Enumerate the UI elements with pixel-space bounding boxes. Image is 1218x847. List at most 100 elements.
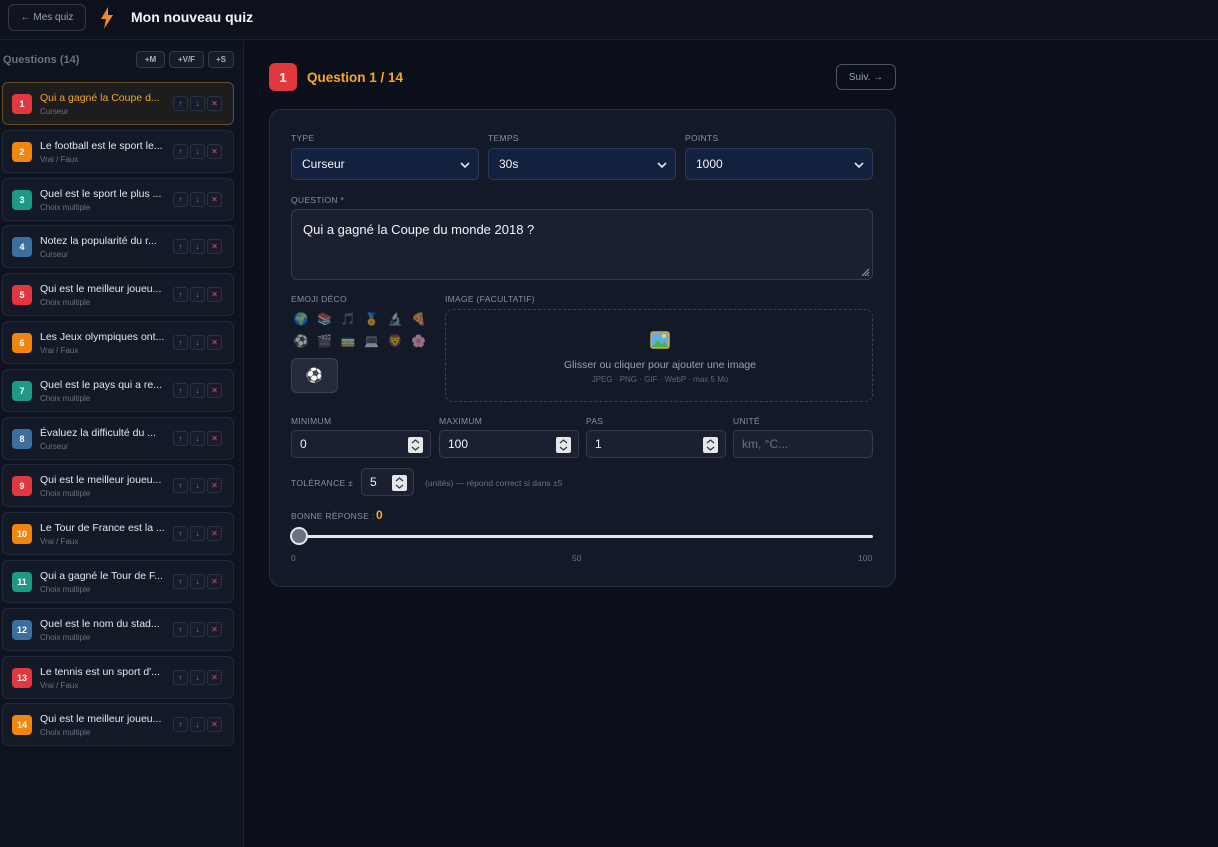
delete-question-button[interactable]: ✕ [207,526,222,542]
move-down-button[interactable]: ↓ [190,96,205,111]
question-list-item[interactable]: 3 Quel est le sport le plus ... Choix mult… [2,177,234,221]
emoji-option[interactable]: 🦁 [387,333,403,349]
move-down-button[interactable]: ↓ [190,382,205,398]
back-to-quizzes-button[interactable]: ← Mes quiz [8,4,86,31]
move-up-button[interactable]: ↑ [173,287,188,303]
question-number-badge: 4 [12,237,32,258]
move-up-button[interactable]: ↑ [173,239,188,255]
move-up-button[interactable]: ↑ [173,574,188,589]
question-list-item[interactable]: 14 Qui est le meilleur joueu... Choix mult… [2,703,234,747]
maximum-value: 100 [448,437,469,451]
question-textarea[interactable]: Qui a gagné la Coupe du monde 2018 ? [291,209,873,280]
question-list-item[interactable]: 12 Quel est le nom du stad... Choix multip… [2,607,234,651]
delete-question-button[interactable]: ✕ [207,239,222,255]
question-list-item[interactable]: 4 Notez la popularité du r... Curseur ↑ ↓ ✕ [2,225,234,269]
resize-handle-icon[interactable] [860,267,870,277]
move-down-button[interactable]: ↓ [190,239,205,255]
image-icon [650,331,670,349]
answer-slider-thumb[interactable] [290,527,308,545]
move-down-button[interactable]: ↓ [190,669,205,685]
emoji-option[interactable]: 🔬 [387,311,403,327]
move-up-button[interactable]: ↑ [173,191,188,207]
time-select[interactable]: 30s [488,148,676,180]
move-up-button[interactable]: ↑ [173,621,188,637]
delete-question-button[interactable]: ✕ [207,335,222,350]
question-number-badge: 7 [12,380,32,401]
delete-question-button[interactable]: ✕ [207,382,222,398]
type-select[interactable]: Curseur [291,148,479,180]
emoji-option[interactable]: 🌸 [411,333,427,349]
move-up-button[interactable]: ↑ [173,478,188,494]
move-up-button[interactable]: ↑ [173,143,188,159]
points-select[interactable]: 1000 [685,148,873,180]
question-list-item[interactable]: 1 Qui a gagné la Coupe d... Curseur ↑ ↓ ✕ [2,82,234,125]
move-down-button[interactable]: ↓ [190,621,205,637]
add-slider-button[interactable]: +S [208,51,234,68]
delete-question-button[interactable]: ✕ [207,717,222,733]
move-up-button[interactable]: ↑ [173,717,188,733]
image-dropzone[interactable]: Glisser ou cliquer pour ajouter une imag… [445,309,873,402]
unit-input[interactable]: km, °C... [733,430,873,458]
emoji-option[interactable]: 🌍 [293,311,309,327]
move-up-button[interactable]: ↑ [173,430,188,446]
time-select-value: 30s [499,157,519,171]
spinner-icon[interactable] [703,437,718,453]
question-item-type: Curseur [40,250,69,260]
question-list-item[interactable]: 5 Qui est le meilleur joueu... Choix multi… [2,273,234,317]
question-list-item[interactable]: 8 Évaluez la difficulté du ... Curseur ↑ ↓ ✕ [2,416,234,460]
move-down-button[interactable]: ↓ [190,287,205,303]
question-list-item[interactable]: 6 Les Jeux olympiques ont... Vrai / Faux ↑ ↓… [2,321,234,364]
move-up-button[interactable]: ↑ [173,96,188,111]
move-down-button[interactable]: ↓ [190,526,205,542]
next-question-button[interactable]: Suiv. → [836,64,896,90]
question-list-item[interactable]: 7 Quel est le pays qui a re... Choix multi… [2,368,234,412]
delete-question-button[interactable]: ✕ [207,96,222,111]
maximum-input[interactable]: 100 [439,430,579,458]
delete-question-button[interactable]: ✕ [207,287,222,303]
emoji-option[interactable]: 🎬 [317,333,333,349]
move-down-button[interactable]: ↓ [190,143,205,159]
spinner-icon[interactable] [556,437,571,453]
emoji-option[interactable]: 💻 [364,333,380,349]
question-list-item[interactable]: 9 Qui est le meilleur joueu... Choix multi… [2,464,234,508]
move-down-button[interactable]: ↓ [190,717,205,733]
emoji-option[interactable]: 🍕 [411,311,427,327]
delete-question-button[interactable]: ✕ [207,191,222,207]
delete-question-button[interactable]: ✕ [207,143,222,159]
move-down-button[interactable]: ↓ [190,191,205,207]
question-list-item[interactable]: 11 Qui a gagné le Tour de F... Choix multi… [2,560,234,603]
questions-count-label: Questions (14) [3,54,80,66]
delete-question-button[interactable]: ✕ [207,621,222,637]
question-item-type: Choix multiple [40,298,91,308]
move-down-button[interactable]: ↓ [190,478,205,494]
emoji-option[interactable]: 📚 [317,311,333,327]
delete-question-button[interactable]: ✕ [207,430,222,446]
delete-question-button[interactable]: ✕ [207,669,222,685]
move-up-button[interactable]: ↑ [173,669,188,685]
delete-question-button[interactable]: ✕ [207,478,222,494]
spinner-icon[interactable] [408,437,423,453]
question-list-item[interactable]: 10 Le Tour de France est la ... Vrai / Fau… [2,512,234,556]
minimum-input[interactable]: 0 [291,430,431,458]
move-up-button[interactable]: ↑ [173,335,188,350]
move-down-button[interactable]: ↓ [190,335,205,350]
move-up-button[interactable]: ↑ [173,526,188,542]
spinner-icon[interactable] [392,475,407,491]
move-down-button[interactable]: ↓ [190,430,205,446]
emoji-option[interactable]: 🎵 [340,311,356,327]
move-down-button[interactable]: ↓ [190,574,205,589]
selected-emoji-button[interactable]: ⚽ [291,358,338,393]
add-true-false-button[interactable]: +V/F [169,51,204,68]
question-list-item[interactable]: 13 Le tennis est un sport d'... Vrai / Fau… [2,655,234,699]
tolerance-input[interactable]: 5 [361,468,414,496]
question-number-badge: 10 [12,524,32,545]
emoji-option[interactable]: 🚃 [340,333,356,349]
delete-question-button[interactable]: ✕ [207,574,222,589]
answer-slider-track[interactable] [299,535,873,538]
emoji-option[interactable]: 🏅 [364,311,380,327]
step-input[interactable]: 1 [586,430,726,458]
add-multiple-choice-button[interactable]: +M [136,51,165,68]
question-list-item[interactable]: 2 Le football est le sport le... Vrai / Fa… [2,129,234,173]
emoji-option[interactable]: ⚽ [293,333,309,349]
move-up-button[interactable]: ↑ [173,382,188,398]
